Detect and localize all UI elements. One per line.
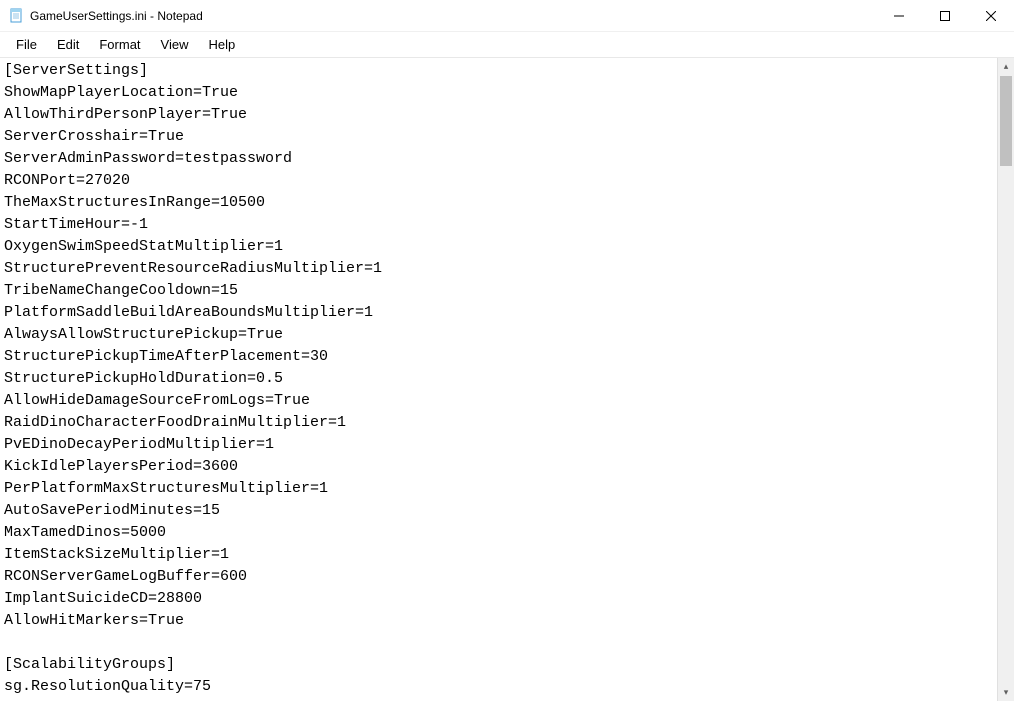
menu-edit[interactable]: Edit (47, 34, 89, 55)
maximize-button[interactable] (922, 0, 968, 31)
menu-help[interactable]: Help (198, 34, 245, 55)
window-controls (876, 0, 1014, 31)
menubar: File Edit Format View Help (0, 32, 1014, 58)
menu-file[interactable]: File (6, 34, 47, 55)
minimize-button[interactable] (876, 0, 922, 31)
scrollbar-thumb[interactable] (1000, 76, 1012, 166)
vertical-scrollbar[interactable]: ▴ ▾ (997, 58, 1014, 701)
scroll-up-arrow-icon[interactable]: ▴ (998, 58, 1014, 75)
menu-format[interactable]: Format (89, 34, 150, 55)
menu-view[interactable]: View (151, 34, 199, 55)
titlebar: GameUserSettings.ini - Notepad (0, 0, 1014, 32)
close-button[interactable] (968, 0, 1014, 31)
notepad-icon (8, 8, 24, 24)
window-title: GameUserSettings.ini - Notepad (30, 9, 876, 23)
scroll-down-arrow-icon[interactable]: ▾ (998, 684, 1014, 701)
text-editor[interactable]: [ServerSettings] ShowMapPlayerLocation=T… (0, 58, 997, 701)
editor-container: [ServerSettings] ShowMapPlayerLocation=T… (0, 58, 1014, 701)
